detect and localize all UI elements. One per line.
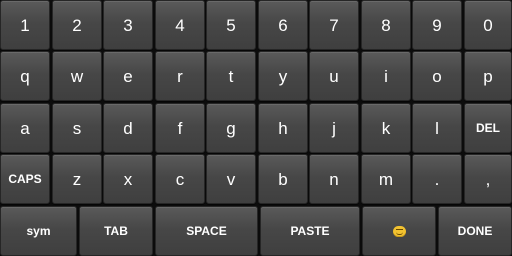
h-key[interactable]: h <box>258 103 308 153</box>
3-key[interactable]: 3 <box>103 0 153 50</box>
q-key[interactable]: q <box>0 51 50 101</box>
key-label: 8 <box>381 15 391 35</box>
smiley-face-icon <box>392 225 406 237</box>
key-label: sym <box>26 224 51 238</box>
s-key[interactable]: s <box>52 103 102 153</box>
8-key[interactable]: 8 <box>361 0 411 50</box>
t-key[interactable]: t <box>206 51 256 101</box>
p-key[interactable]: p <box>464 51 512 101</box>
n-key[interactable]: n <box>309 154 359 204</box>
b-key[interactable]: b <box>258 154 308 204</box>
key-label: n <box>329 169 339 189</box>
caps-key[interactable]: CAPS <box>0 154 50 204</box>
key-label: g <box>226 118 236 138</box>
key-label: k <box>381 118 391 138</box>
5-key[interactable]: 5 <box>206 0 256 50</box>
key-label: d <box>123 118 133 138</box>
key-label: DONE <box>457 224 493 238</box>
key-label: z <box>72 169 82 189</box>
2-key[interactable]: 2 <box>52 0 102 50</box>
key-label: PASTE <box>290 224 330 238</box>
delete-key[interactable]: DEL <box>464 103 512 153</box>
key-label: y <box>278 66 288 86</box>
r-key[interactable]: r <box>155 51 205 101</box>
key-label: 0 <box>483 15 493 35</box>
key-label: t <box>228 66 234 86</box>
key-label: o <box>432 66 442 86</box>
u-key[interactable]: u <box>309 51 359 101</box>
key-label: , <box>485 169 491 189</box>
key-label: s <box>72 118 82 138</box>
key-label: u <box>329 66 339 86</box>
o-key[interactable]: o <box>412 51 462 101</box>
key-label: b <box>278 169 288 189</box>
l-key[interactable]: l <box>412 103 462 153</box>
i-key[interactable]: i <box>361 51 411 101</box>
key-label: m <box>378 169 394 189</box>
key-label: x <box>123 169 133 189</box>
key-label: q <box>20 66 30 86</box>
k-key[interactable]: k <box>361 103 411 153</box>
d-key[interactable]: d <box>103 103 153 153</box>
key-label: h <box>278 118 288 138</box>
key-label: j <box>332 118 336 138</box>
key-label: 9 <box>432 15 442 35</box>
done-key[interactable]: DONE <box>438 206 512 256</box>
9-key[interactable]: 9 <box>412 0 462 50</box>
key-label: . <box>434 169 440 189</box>
key-label: 6 <box>278 15 288 35</box>
key-label: f <box>177 118 183 138</box>
key-label: w <box>70 66 84 86</box>
key-label: a <box>20 118 30 138</box>
key-label: p <box>483 66 493 86</box>
y-key[interactable]: y <box>258 51 308 101</box>
key-label: SPACE <box>186 224 227 238</box>
key-label: 5 <box>226 15 236 35</box>
key-label: l <box>435 118 439 138</box>
key-label: CAPS <box>8 172 42 186</box>
paste-key[interactable]: PASTE <box>260 206 360 256</box>
key-label: 1 <box>20 15 30 35</box>
key-label: 4 <box>175 15 185 35</box>
key-label: i <box>384 66 388 86</box>
key-label: r <box>177 66 183 86</box>
key-label: 3 <box>123 15 133 35</box>
m-key[interactable]: m <box>361 154 411 204</box>
key-label: v <box>226 169 236 189</box>
emoji-key[interactable] <box>362 206 436 256</box>
a-key[interactable]: a <box>0 103 50 153</box>
w-key[interactable]: w <box>52 51 102 101</box>
sym-key[interactable]: sym <box>0 206 77 256</box>
j-key[interactable]: j <box>309 103 359 153</box>
comma-key[interactable]: , <box>464 154 512 204</box>
v-key[interactable]: v <box>206 154 256 204</box>
e-key[interactable]: e <box>103 51 153 101</box>
c-key[interactable]: c <box>155 154 205 204</box>
z-key[interactable]: z <box>52 154 102 204</box>
0-key[interactable]: 0 <box>464 0 512 50</box>
f-key[interactable]: f <box>155 103 205 153</box>
key-label: 2 <box>72 15 82 35</box>
g-key[interactable]: g <box>206 103 256 153</box>
tab-key[interactable]: TAB <box>79 206 153 256</box>
key-label: DEL <box>476 121 500 135</box>
period-key[interactable]: . <box>412 154 462 204</box>
key-label: 7 <box>329 15 339 35</box>
1-key[interactable]: 1 <box>0 0 50 50</box>
7-key[interactable]: 7 <box>309 0 359 50</box>
key-label: TAB <box>104 224 128 238</box>
on-screen-keyboard: 1 2 3 4 5 6 7 8 9 0 q w e r t y u i o p a s d f g h j k l DEL CAPS z x c v… <box>0 0 512 256</box>
x-key[interactable]: x <box>103 154 153 204</box>
key-label: c <box>175 169 185 189</box>
space-key[interactable]: SPACE <box>155 206 258 256</box>
6-key[interactable]: 6 <box>258 0 308 50</box>
4-key[interactable]: 4 <box>155 0 205 50</box>
key-label: e <box>123 66 133 86</box>
